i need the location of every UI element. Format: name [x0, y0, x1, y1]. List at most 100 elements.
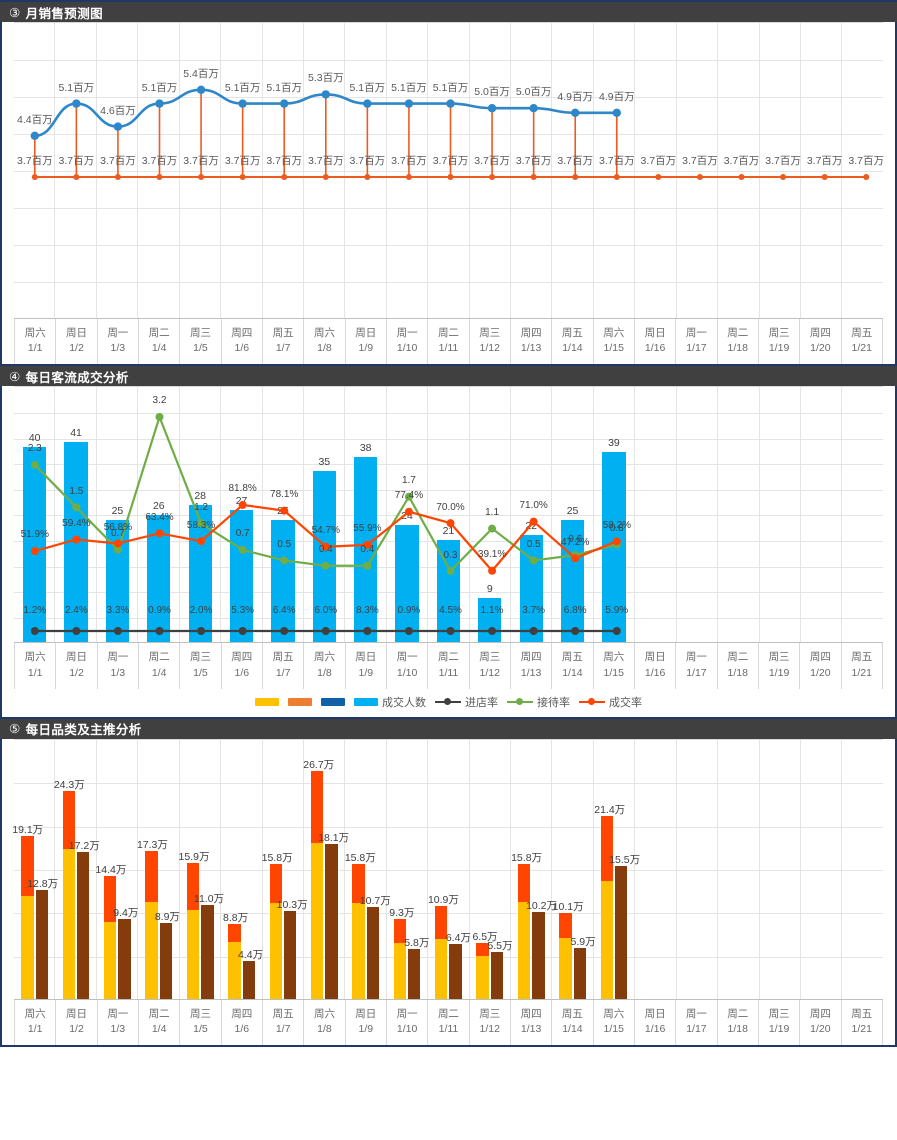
legend-line-marker: [507, 697, 533, 707]
legend-item[interactable]: 成交人数: [354, 694, 426, 710]
category-total-label: 15.8万: [261, 851, 293, 864]
x-axis-date: 1/16: [644, 342, 666, 355]
x-axis-tick: 周二 1/11: [428, 319, 470, 365]
forecast-value-label: 5.1百万: [141, 81, 178, 94]
reception-rate-point: [363, 562, 372, 571]
x-axis-weekday: 周一: [396, 1007, 418, 1020]
x-axis-tick: 周六 1/15: [594, 319, 635, 365]
legend-item[interactable]: 进店率: [435, 694, 498, 710]
target-value-label: 3.7百万: [141, 155, 178, 167]
x-axis-tick: 周三 1/5: [180, 999, 222, 1046]
legend-label: 成交率: [609, 696, 642, 709]
x-axis-weekday: 周二: [727, 651, 749, 664]
x-axis-tick: 周日 1/9: [346, 999, 387, 1046]
legend-item[interactable]: [288, 697, 312, 706]
reception-rate-label: 1.7: [401, 475, 416, 487]
category-total-label: 15.8万: [344, 851, 376, 864]
x-axis-date: 1/8: [317, 666, 332, 679]
x-axis-date: 1/21: [851, 1023, 872, 1036]
deal-rate-label: 55.9%: [353, 523, 382, 535]
x-axis-date: 1/11: [438, 666, 459, 679]
chart1-plot-area: 4.4百万 5.1百万 4.6百万 5.1百万 5.4百万 5.1百万 5.1百万 5.3百万…: [14, 22, 884, 318]
legend-swatch: [255, 697, 279, 706]
category-total-label: 21.4万: [594, 804, 626, 817]
target-value-label: 3.7百万: [432, 155, 469, 167]
target-value-label: 3.7百万: [183, 155, 219, 167]
category-total-label: 19.1万: [12, 823, 44, 836]
entry-rate-label: 2.4%: [64, 605, 88, 617]
x-axis-weekday: 周一: [107, 651, 129, 664]
chart-daily-traffic-conversion: 40412526282725353824219222539 1.2%2.4%3.…: [0, 386, 897, 717]
x-axis-weekday: 周五: [272, 327, 294, 339]
reception-rate-label: 0.4: [360, 544, 375, 556]
report-page: ③ 月销售预测图 4.4百万 5.1百万 4.6百万 5.1百万 5.4百万 5.1百万 5…: [0, 0, 897, 1140]
forecast-point: [113, 122, 123, 131]
x-axis-tick: 周五 1/14: [552, 319, 594, 365]
deal-rate-point: [280, 507, 289, 516]
x-axis-tick: 周二 1/18: [718, 999, 759, 1046]
chart2-legend: 成交人数 进店率 接待率 成交率: [2, 689, 895, 717]
forecast-value-label: 5.4百万: [183, 67, 219, 80]
x-axis-weekday: 周二: [437, 651, 459, 664]
chart3-plot-area: 19.1万 24.3万 14.4万 17.3万 15.9万 8.8万 15.8万 26.7万 1…: [12, 738, 883, 999]
entry-rate-point: [571, 627, 580, 636]
legend-item[interactable]: [321, 697, 345, 706]
x-axis-tick: 周五 1/21: [842, 643, 883, 689]
x-axis-tick: 周六 1/1: [14, 643, 57, 689]
forecast-value-label: 4.9百万: [598, 90, 635, 103]
legend-line-marker: [435, 697, 461, 707]
x-axis-weekday: 周六: [24, 1007, 46, 1020]
chart1-svg: [30, 85, 870, 180]
x-axis-weekday: 周一: [107, 327, 129, 339]
section-title: 每日客流成交分析: [25, 370, 129, 385]
deal-rate-label: 54.7%: [311, 525, 340, 537]
reception-rate-label: 2.3: [27, 443, 42, 455]
category-compare-label: 5.9万: [570, 936, 596, 949]
x-axis-tick: 周二 1/4: [139, 999, 181, 1046]
category-compare-label: 10.7万: [359, 895, 391, 908]
entry-rate-label: 5.3%: [231, 605, 255, 617]
category-compare-label: 8.9万: [154, 910, 180, 923]
x-axis-weekday: 周三: [189, 1007, 211, 1020]
x-axis-weekday: 周三: [768, 1007, 790, 1020]
forecast-point: [72, 99, 81, 108]
x-axis-tick: 周一 1/3: [98, 999, 139, 1046]
entry-rate-point: [488, 627, 497, 636]
x-axis-tick: 周四 1/13: [511, 319, 553, 365]
x-axis-tick: 周五 1/14: [552, 999, 594, 1046]
category-total-label: 24.3万: [53, 779, 85, 792]
x-axis-date: 1/16: [644, 1023, 666, 1036]
x-axis-date: 1/18: [727, 666, 748, 679]
entry-rate-point: [363, 627, 372, 636]
forecast-point: [571, 108, 580, 118]
forecast-value-label: 5.0百万: [474, 86, 510, 99]
x-axis-date: 1/7: [275, 666, 291, 679]
legend-item[interactable]: [255, 697, 279, 706]
forecast-value-label: 4.4百万: [16, 113, 53, 126]
entry-rate-label: 8.3%: [355, 605, 379, 617]
x-axis-date: 1/2: [69, 1023, 84, 1036]
forecast-point: [321, 90, 330, 99]
forecast-value-label: 5.1百万: [391, 81, 427, 94]
chart-monthly-sales-forecast: 4.4百万 5.1百万 4.6百万 5.1百万 5.4百万 5.1百万 5.1百万 5.3百万…: [0, 22, 897, 365]
reception-rate-label: 0.3: [443, 549, 458, 561]
target-point: [489, 174, 496, 180]
legend-item[interactable]: 接待率: [507, 694, 570, 710]
x-axis-weekday: 周二: [148, 327, 170, 339]
category-total-label: 17.3万: [136, 839, 168, 852]
x-axis-date: 1/17: [686, 1023, 707, 1036]
x-axis-date: 1/5: [193, 1023, 208, 1036]
x-axis-date: 1/10: [396, 1023, 418, 1036]
x-axis-date: 1/1: [27, 342, 43, 355]
deal-rate-label: 70.0%: [436, 501, 465, 513]
target-point: [447, 174, 454, 180]
legend-item[interactable]: 成交率: [579, 694, 642, 710]
x-axis-weekday: 周一: [107, 1007, 129, 1020]
deal-rate-point: [488, 567, 497, 576]
target-point: [780, 174, 787, 180]
x-axis-date: 1/10: [396, 342, 418, 355]
deal-rate-point: [30, 547, 39, 556]
forecast-point: [280, 99, 289, 108]
x-axis-weekday: 周五: [561, 327, 583, 339]
target-value-label: 3.7百万: [349, 155, 386, 167]
